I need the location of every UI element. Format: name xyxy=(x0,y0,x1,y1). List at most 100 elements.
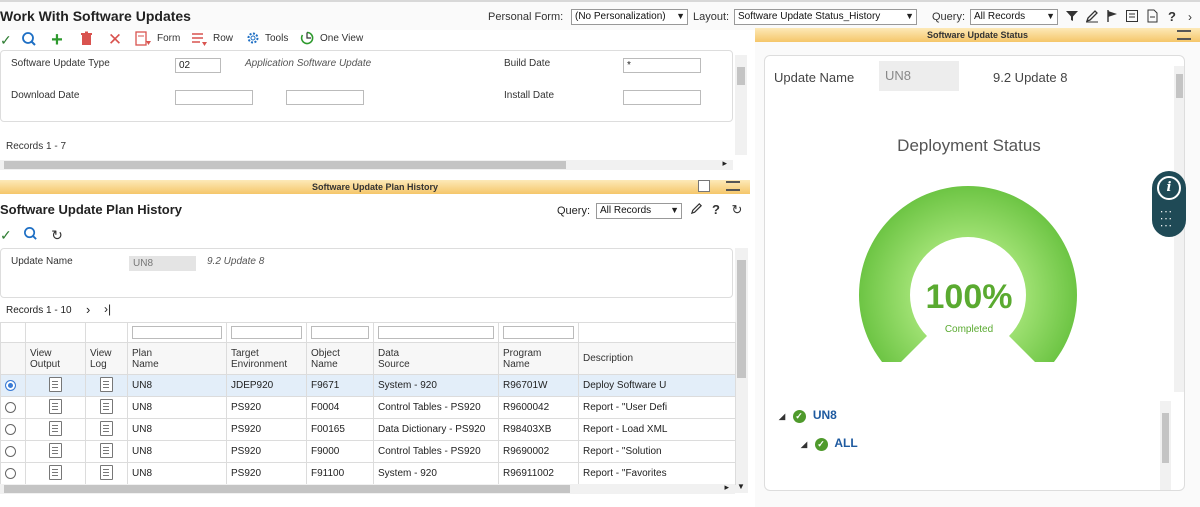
find-search-icon[interactable] xyxy=(22,226,38,244)
help-icon[interactable]: ? xyxy=(1164,9,1180,25)
view-log-icon[interactable] xyxy=(100,442,113,458)
target-env-filter[interactable] xyxy=(231,326,302,339)
table-row[interactable]: UN8 JDEP920 F9671 System - 920 R96701W Deploy… xyxy=(0,374,736,397)
scroll-right-icon[interactable]: ▸ xyxy=(722,158,727,169)
view-output-icon[interactable] xyxy=(49,464,62,480)
scroll-thumb[interactable] xyxy=(737,67,745,85)
description-column-header[interactable]: Description xyxy=(578,342,736,375)
scroll-thumb[interactable] xyxy=(4,161,566,169)
header-horizontal-scrollbar[interactable]: ▸ xyxy=(0,158,733,170)
install-date-field[interactable] xyxy=(623,90,701,105)
query-select[interactable]: All Records ▼ xyxy=(970,9,1058,25)
object-name-filter[interactable] xyxy=(311,326,369,339)
view-log-icon[interactable] xyxy=(100,420,113,436)
filter-icon[interactable] xyxy=(1064,9,1080,25)
row-select-radio[interactable] xyxy=(5,379,16,391)
download-date-to-field[interactable] xyxy=(286,90,364,105)
plan-name-filter[interactable] xyxy=(132,326,222,339)
row-select-radio[interactable] xyxy=(5,423,16,435)
row-select-radio[interactable] xyxy=(5,445,16,457)
layout-select[interactable]: Software Update Status_History ▼ xyxy=(734,9,917,25)
history-query-select[interactable]: All Records ▼ xyxy=(596,203,682,219)
select-check-icon[interactable]: ✓ xyxy=(0,226,12,244)
scroll-thumb[interactable] xyxy=(1176,74,1183,98)
form-menu-icon[interactable] xyxy=(134,31,154,49)
update-name-field[interactable]: UN8 xyxy=(129,256,196,271)
menu-icon[interactable] xyxy=(1177,30,1191,40)
refresh-icon[interactable]: ↻ xyxy=(729,202,745,218)
edit-query-icon[interactable] xyxy=(688,202,704,218)
download-date-from-field[interactable] xyxy=(175,90,253,105)
status-update-name-field[interactable]: UN8 xyxy=(879,61,959,91)
form-menu-label[interactable]: Form xyxy=(157,33,180,44)
menu-icon[interactable] xyxy=(726,181,740,191)
keypad-icon[interactable]: ∙∙∙ ∙∙∙ ∙∙∙ xyxy=(1160,205,1178,231)
tree-collapse-icon[interactable]: ◢ xyxy=(779,412,785,421)
program-name-filter[interactable] xyxy=(503,326,574,339)
description-cell: Report - Load XML xyxy=(578,418,736,441)
update-type-description: Application Software Update xyxy=(245,58,372,69)
target-env-cell: PS920 xyxy=(226,396,307,419)
last-page-icon[interactable]: ›| xyxy=(104,302,111,316)
view-output-icon[interactable] xyxy=(49,442,62,458)
object-name-column-header[interactable]: Object Name xyxy=(306,342,374,375)
row-select-radio[interactable] xyxy=(5,401,16,413)
add-icon[interactable]: + xyxy=(48,30,66,50)
plan-name-column-header[interactable]: Plan Name xyxy=(127,342,227,375)
table-row[interactable]: UN8 PS920 F9000 Control Tables - PS920 R9690… xyxy=(0,440,736,463)
row-menu-label[interactable]: Row xyxy=(213,33,233,44)
more-icon[interactable]: › xyxy=(1182,9,1198,25)
tools-menu-label[interactable]: Tools xyxy=(265,33,288,44)
row-menu-icon[interactable] xyxy=(190,31,210,49)
view-output-icon[interactable] xyxy=(49,420,62,436)
tree-node-child[interactable]: ◢ ✓ ALL xyxy=(801,436,858,451)
tools-gear-icon[interactable] xyxy=(245,31,261,49)
view-log-column-header[interactable]: View Log xyxy=(85,342,128,375)
target-environment-column-header[interactable]: Target Environment xyxy=(226,342,307,375)
view-output-icon[interactable] xyxy=(49,398,62,414)
select-check-icon[interactable]: ✓ xyxy=(0,31,12,49)
help-icon[interactable]: ? xyxy=(708,202,724,218)
restore-icon[interactable] xyxy=(698,180,710,192)
object-name-cell: F00165 xyxy=(306,418,374,441)
delete-icon[interactable] xyxy=(78,31,94,49)
personal-form-select[interactable]: (No Personalization) ▼ xyxy=(571,9,688,25)
tree-vertical-scrollbar[interactable] xyxy=(1160,401,1171,490)
program-name-column-header[interactable]: Program Name xyxy=(498,342,579,375)
side-launcher[interactable]: i ∙∙∙ ∙∙∙ ∙∙∙ xyxy=(1152,171,1186,237)
grid-horizontal-scrollbar[interactable]: ▸ xyxy=(0,482,735,494)
close-icon[interactable]: ✕ xyxy=(106,31,124,49)
info-icon[interactable]: i xyxy=(1157,176,1181,200)
update-type-field[interactable]: 02 xyxy=(175,58,221,73)
view-log-icon[interactable] xyxy=(100,464,113,480)
view-output-column-header[interactable]: View Output xyxy=(25,342,86,375)
view-output-icon[interactable] xyxy=(49,376,62,392)
one-view-icon[interactable] xyxy=(299,31,315,49)
header-vertical-scrollbar[interactable] xyxy=(735,55,747,155)
edit-query-icon[interactable] xyxy=(1084,9,1100,25)
data-source-column-header[interactable]: Data Source xyxy=(373,342,499,375)
data-source-filter[interactable] xyxy=(378,326,494,339)
export-icon[interactable] xyxy=(1144,9,1160,25)
refresh-icon[interactable]: ↻ xyxy=(49,226,65,244)
one-view-label[interactable]: One View xyxy=(320,33,363,44)
scroll-thumb[interactable] xyxy=(1162,413,1169,463)
table-row[interactable]: UN8 PS920 F00165 Data Dictionary - PS920 R98… xyxy=(0,418,736,441)
table-row[interactable]: UN8 PS920 F0004 Control Tables - PS920 R9600… xyxy=(0,396,736,419)
tree-node-root[interactable]: ◢ ✓ UN8 xyxy=(779,408,837,423)
notes-icon[interactable] xyxy=(1124,9,1140,25)
scroll-right-icon[interactable]: ▸ xyxy=(724,482,729,493)
find-search-icon[interactable] xyxy=(20,31,38,49)
table-row[interactable]: UN8 PS920 F91100 System - 920 R96911002 Repor… xyxy=(0,462,736,485)
next-page-icon[interactable]: › xyxy=(86,302,90,317)
data-source-cell: Control Tables - PS920 xyxy=(373,440,499,463)
view-log-icon[interactable] xyxy=(100,398,113,414)
tree-collapse-icon[interactable]: ◢ xyxy=(801,440,807,449)
personal-form-label: Personal Form: xyxy=(488,11,564,23)
scroll-thumb[interactable] xyxy=(4,485,570,493)
build-date-field[interactable]: * xyxy=(623,58,701,73)
plan-name-cell: UN8 xyxy=(127,396,227,419)
view-log-icon[interactable] xyxy=(100,376,113,392)
row-select-radio[interactable] xyxy=(5,467,16,479)
flag-icon[interactable] xyxy=(1104,9,1120,25)
